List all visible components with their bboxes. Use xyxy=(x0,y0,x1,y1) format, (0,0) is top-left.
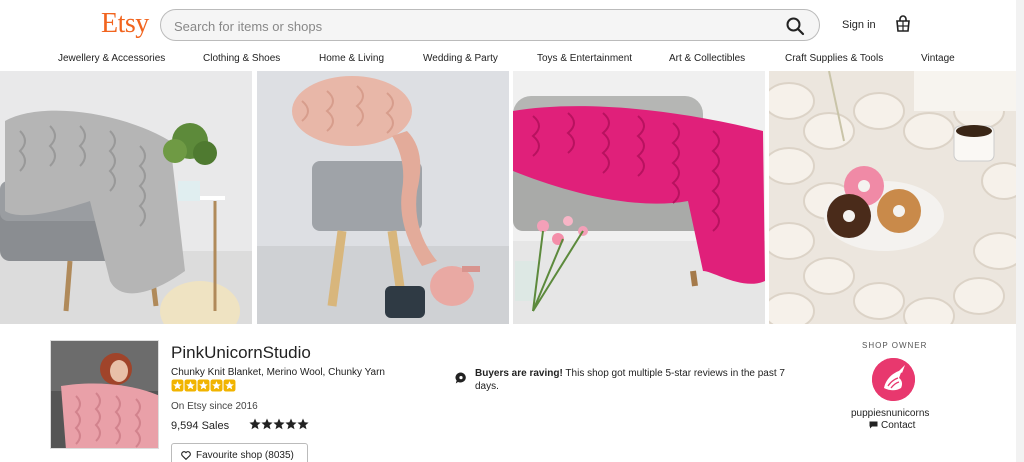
shop-avatar[interactable] xyxy=(50,340,159,449)
on-etsy-since: On Etsy since 2016 xyxy=(171,401,258,412)
star-icon xyxy=(261,418,273,430)
sales-count: 9,594 Sales xyxy=(171,420,230,432)
nav-item-craft[interactable]: Craft Supplies & Tools xyxy=(785,53,883,64)
gold-star-icon xyxy=(210,379,223,392)
scrollbar[interactable] xyxy=(1016,0,1024,462)
shop-tagline: Chunky Knit Blanket, Merino Wool, Chunky… xyxy=(171,367,385,378)
message-icon[interactable] xyxy=(869,421,878,429)
sign-in-link[interactable]: Sign in xyxy=(842,19,876,31)
gold-star-icon xyxy=(223,379,236,392)
star-icon xyxy=(273,418,285,430)
star-seller-badge xyxy=(171,379,236,392)
cart-icon[interactable] xyxy=(895,15,911,33)
nav-item-art[interactable]: Art & Collectibles xyxy=(669,53,745,64)
shop-rating-stars[interactable] xyxy=(249,418,309,430)
heart-icon xyxy=(181,451,191,460)
star-icon xyxy=(297,418,309,430)
header: Etsy Sign in xyxy=(0,0,1024,50)
star-icon xyxy=(285,418,297,430)
gold-star-icon xyxy=(184,379,197,392)
shop-name: PinkUnicornStudio xyxy=(171,343,311,362)
contact-link[interactable]: Contact xyxy=(881,420,915,431)
gold-star-icon xyxy=(171,379,184,392)
banner-image-cream-knit-donuts xyxy=(769,71,1021,324)
nav-item-clothing[interactable]: Clothing & Shoes xyxy=(203,53,280,64)
owner-name[interactable]: puppiesnunicorns xyxy=(851,408,929,419)
category-nav: Jewellery & Accessories Clothing & Shoes… xyxy=(0,50,1024,70)
chat-bubble-icon xyxy=(455,372,466,384)
notice-highlight: Buyers are raving! xyxy=(475,368,563,379)
shop-owner-label: SHOP OWNER xyxy=(862,341,928,350)
nav-item-jewellery[interactable]: Jewellery & Accessories xyxy=(58,53,165,64)
favourite-shop-label: Favourite shop (8035) xyxy=(196,449,294,461)
banner-image-pink-stool xyxy=(257,71,509,324)
gold-star-icon xyxy=(197,379,210,392)
buyers-raving-notice: Buyers are raving! This shop got multipl… xyxy=(475,367,785,393)
banner-image-grey-blanket xyxy=(0,71,252,324)
nav-item-wedding[interactable]: Wedding & Party xyxy=(423,53,498,64)
search-input[interactable] xyxy=(174,16,764,36)
banner-image-hot-pink-blanket xyxy=(513,71,765,324)
nav-item-vintage[interactable]: Vintage xyxy=(921,53,955,64)
favourite-shop-button[interactable]: Favourite shop (8035) xyxy=(171,443,308,462)
owner-avatar[interactable] xyxy=(872,358,915,401)
nav-item-toys[interactable]: Toys & Entertainment xyxy=(537,53,632,64)
search-bar[interactable] xyxy=(160,9,820,41)
star-icon xyxy=(249,418,261,430)
shop-banner xyxy=(0,71,1024,324)
search-icon[interactable] xyxy=(785,16,805,36)
nav-item-home[interactable]: Home & Living xyxy=(319,53,384,64)
etsy-logo[interactable]: Etsy xyxy=(101,8,149,40)
